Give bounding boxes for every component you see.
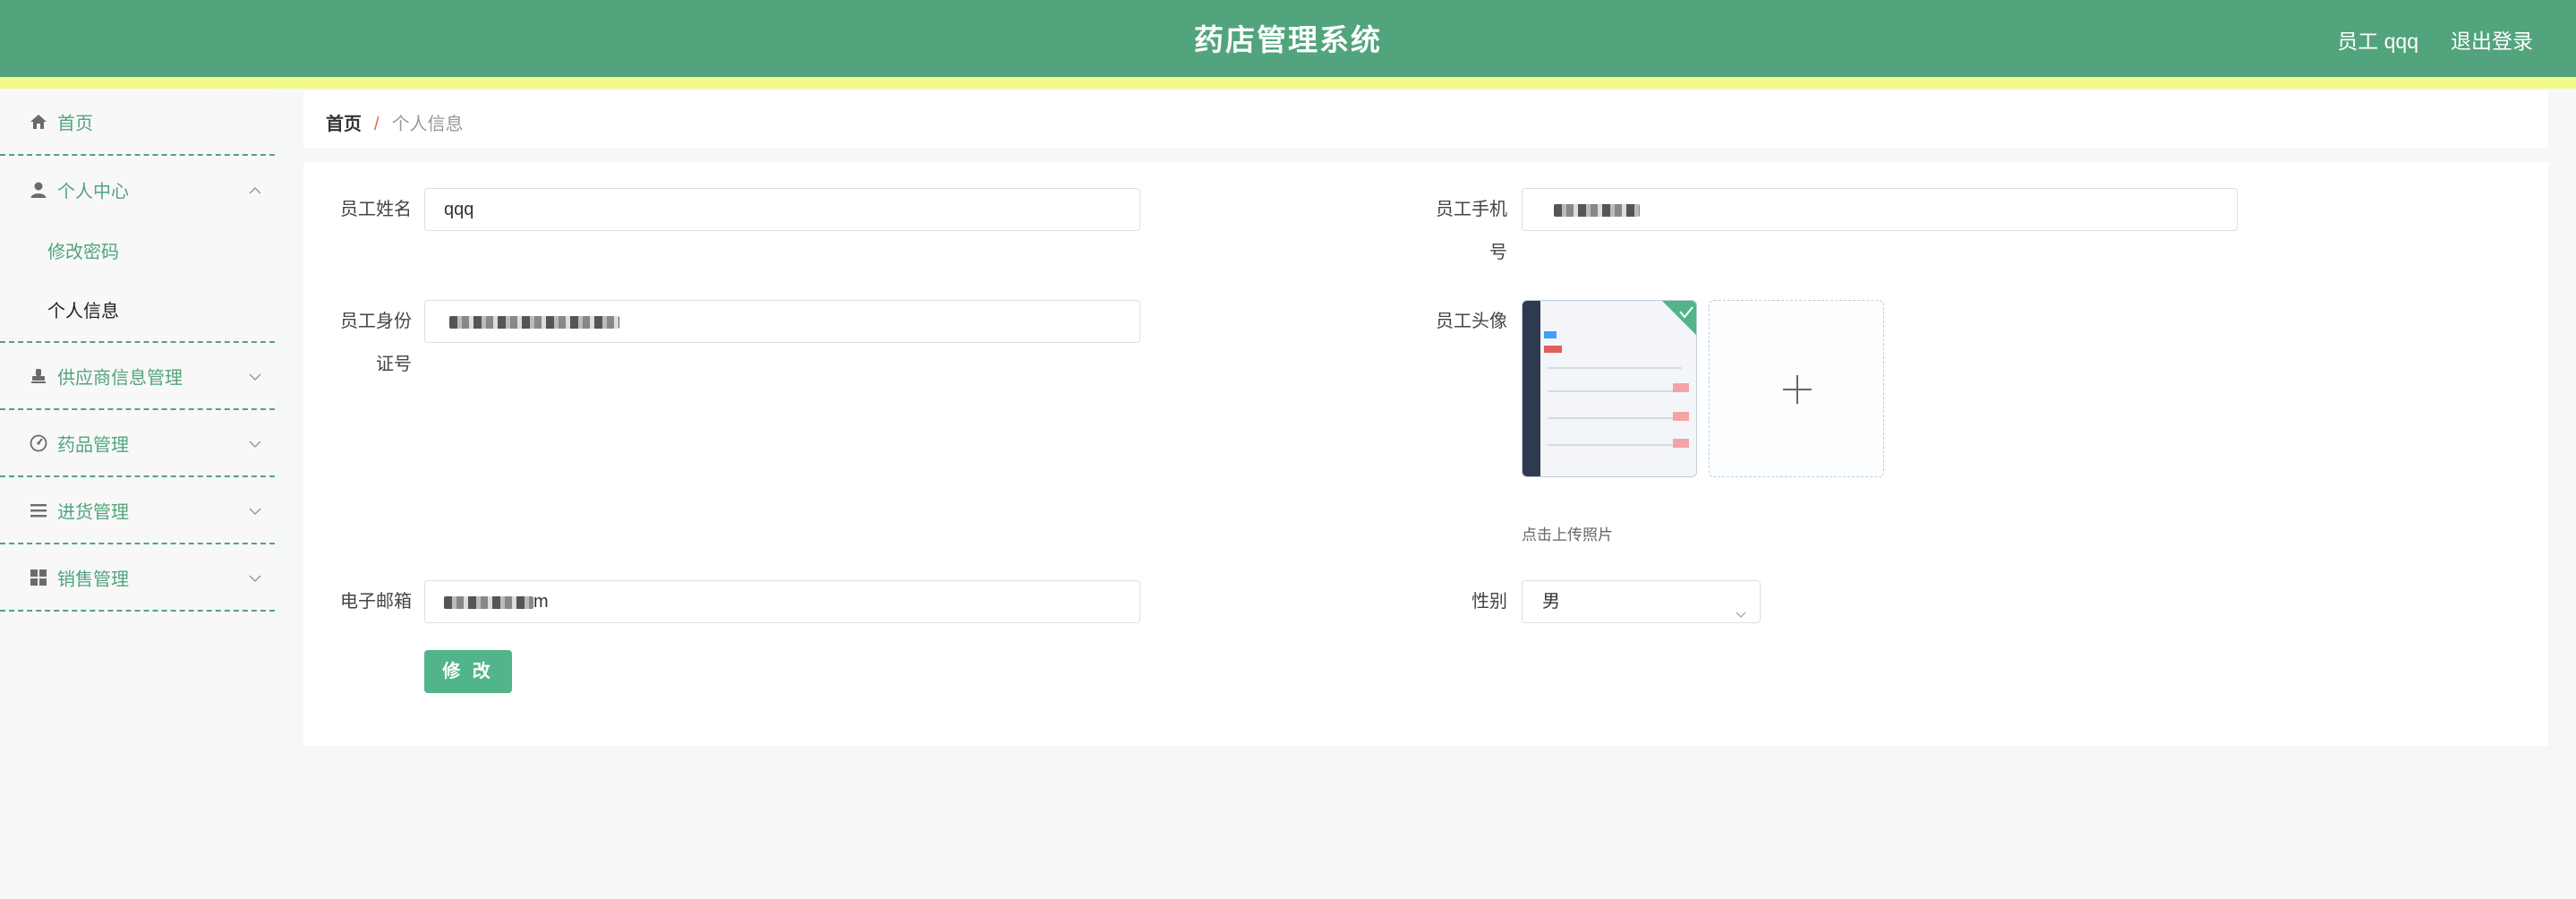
- avatar-upload-button[interactable]: [1709, 300, 1884, 477]
- sidebar-item-medicine[interactable]: 药品管理: [0, 410, 275, 477]
- sidebar: 首页 个人中心 修改密码 个人信息 供应商信息管理 药品管理 进货管理 销售管理: [0, 89, 275, 899]
- sidebar-item-label: 药品管理: [57, 435, 129, 455]
- top-bar: 药店管理系统 员工 qqq 退出登录: [0, 0, 2576, 77]
- gauge-icon: [30, 434, 47, 452]
- sidebar-item-label: 供应商信息管理: [57, 368, 183, 388]
- home-icon: [30, 113, 47, 131]
- phone-input[interactable]: [1522, 188, 2238, 231]
- sidebar-item-purchase[interactable]: 进货管理: [0, 477, 275, 544]
- app-title: 药店管理系统: [1194, 23, 1382, 56]
- current-user-label: 员工 qqq: [2337, 30, 2418, 53]
- sidebar-item-label: 首页: [57, 114, 93, 133]
- phone-label-line1: 员工手机: [1436, 200, 1507, 219]
- chevron-down-icon: [1735, 595, 1747, 619]
- chevron-down-icon: [248, 570, 262, 585]
- sidebar-item-sales[interactable]: 销售管理: [0, 544, 275, 612]
- upload-tip: 点击上传照片: [1522, 527, 1613, 544]
- avatar-thumbnail[interactable]: [1522, 300, 1697, 477]
- submit-button[interactable]: 修 改: [424, 650, 512, 693]
- sidebar-item-supplier[interactable]: 供应商信息管理: [0, 343, 275, 410]
- grid-icon: [30, 569, 47, 586]
- chevron-down-icon: [248, 436, 262, 450]
- avatar-label: 员工头像: [1436, 312, 1507, 331]
- chevron-down-icon: [248, 369, 262, 383]
- sidebar-item-label: 进货管理: [57, 502, 129, 522]
- header-accent-stripe: [0, 77, 2576, 89]
- idcard-label-line1: 员工身份: [340, 312, 412, 331]
- chevron-up-icon: [248, 183, 262, 197]
- email-label: 电子邮箱: [340, 592, 412, 612]
- breadcrumb-home[interactable]: 首页: [326, 115, 362, 134]
- gender-selected-value: 男: [1542, 592, 1560, 612]
- breadcrumb: 首页 / 个人信息: [303, 90, 2548, 149]
- chevron-down-icon: [248, 503, 262, 518]
- profile-form-card: [303, 162, 2548, 746]
- sidebar-item-personal-center[interactable]: 个人中心: [0, 156, 275, 223]
- idcard-label-line2: 证号: [376, 355, 412, 374]
- name-label: 员工姓名: [340, 200, 412, 219]
- breadcrumb-separator: /: [374, 115, 380, 134]
- phone-label-line2: 号: [1489, 243, 1507, 262]
- sidebar-subitem-personal-info[interactable]: 个人信息: [0, 282, 275, 341]
- breadcrumb-current: 个人信息: [391, 115, 464, 134]
- redacted-idcard: [449, 315, 619, 329]
- redacted-email: [444, 595, 533, 609]
- email-visible-suffix: m: [533, 592, 549, 612]
- stamp-icon: [30, 367, 47, 385]
- gender-label: 性别: [1471, 592, 1507, 612]
- redacted-phone: [1554, 203, 1640, 217]
- sidebar-item-home[interactable]: 首页: [0, 89, 275, 156]
- logout-link[interactable]: 退出登录: [2451, 24, 2533, 55]
- email-input[interactable]: m: [424, 580, 1140, 623]
- sidebar-group-personal: 个人中心 修改密码 个人信息: [0, 156, 275, 343]
- user-icon: [30, 181, 47, 199]
- sidebar-item-label: 销售管理: [57, 569, 129, 589]
- idcard-input[interactable]: [424, 300, 1140, 343]
- list-icon: [30, 501, 47, 519]
- gender-select[interactable]: 男: [1522, 580, 1761, 623]
- plus-icon: [1781, 373, 1813, 410]
- sidebar-subitem-change-password[interactable]: 修改密码: [0, 223, 275, 282]
- sidebar-item-label: 个人中心: [57, 182, 129, 201]
- name-input[interactable]: qqq: [424, 188, 1140, 231]
